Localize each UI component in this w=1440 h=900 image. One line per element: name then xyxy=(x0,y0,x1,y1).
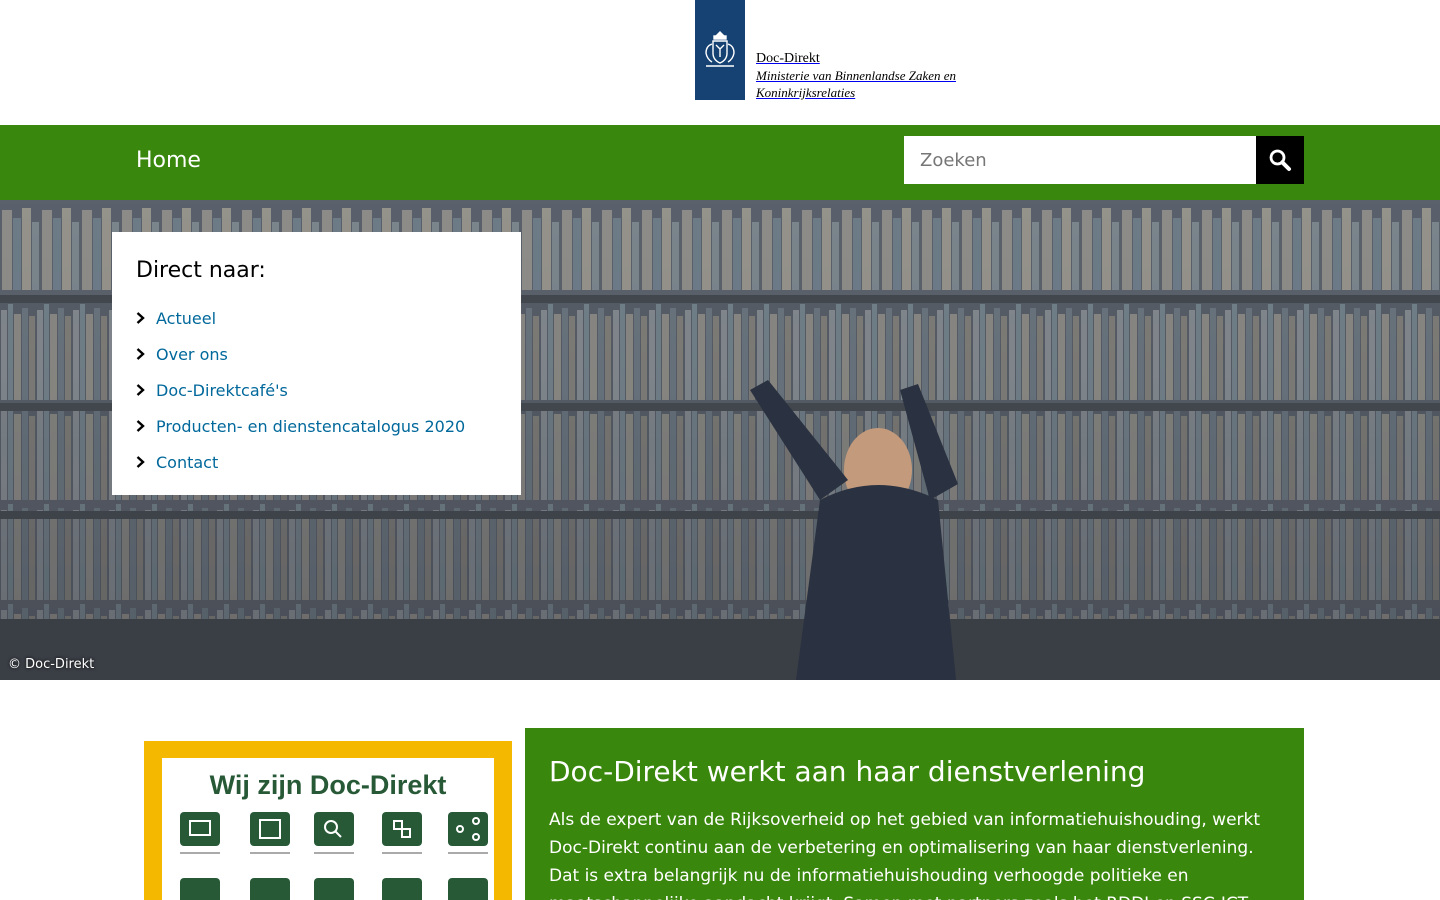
search-input[interactable] xyxy=(904,136,1256,184)
main-navigation: Home xyxy=(0,125,1440,200)
site-header: Doc-Direkt Ministerie van Binnenlandse Z… xyxy=(0,0,1440,125)
link-contact[interactable]: Contact xyxy=(156,453,218,472)
chevron-right-icon xyxy=(136,312,156,324)
logo-ministry-line1: Ministerie van Binnenlandse Zaken en xyxy=(756,68,957,83)
promo-image-title: Wij zijn Doc-Direkt xyxy=(210,770,447,800)
link-doc-direktcafes[interactable]: Doc-Direktcafé's xyxy=(156,381,288,400)
promo-image-link[interactable]: Wij zijn Doc-Direkt xyxy=(136,728,525,900)
photo-credit: © Doc-Direkt xyxy=(8,657,95,672)
magnifier-icon xyxy=(1269,149,1291,171)
direct-naar-list: Actueel Over ons Doc-Direktcafé's Produc… xyxy=(136,300,497,480)
direct-naar-panel: Direct naar: Actueel Over ons Doc-Direkt… xyxy=(112,232,521,495)
rijksoverheid-emblem-icon xyxy=(695,0,745,100)
chevron-right-icon xyxy=(136,456,156,468)
link-actueel[interactable]: Actueel xyxy=(156,309,216,328)
direct-link-cafes: Doc-Direktcafé's xyxy=(136,372,497,408)
promo-card: Doc-Direkt werkt aan haar dienstverlenin… xyxy=(525,728,1304,900)
logo-text: Doc-Direkt Ministerie van Binnenlandse Z… xyxy=(756,0,956,101)
chevron-right-icon xyxy=(136,420,156,432)
promo-title[interactable]: Doc-Direkt werkt aan haar dienstverlenin… xyxy=(549,752,1280,792)
promo-body: Als de expert van de Rijksoverheid op he… xyxy=(549,810,1261,900)
logo-name: Doc-Direkt xyxy=(756,51,820,66)
direct-link-actueel: Actueel xyxy=(136,300,497,336)
chevron-right-icon xyxy=(136,384,156,396)
site-logo[interactable]: Doc-Direkt Ministerie van Binnenlandse Z… xyxy=(695,0,956,101)
wij-zijn-doc-direkt-image: Wij zijn Doc-Direkt xyxy=(144,741,512,900)
direct-link-over-ons: Over ons xyxy=(136,336,497,372)
hero-banner: Direct naar: Actueel Over ons Doc-Direkt… xyxy=(0,200,1440,680)
nav-home-link[interactable]: Home xyxy=(136,145,201,177)
direct-naar-title: Direct naar: xyxy=(136,258,266,283)
direct-link-contact: Contact xyxy=(136,444,497,480)
link-over-ons[interactable]: Over ons xyxy=(156,345,228,364)
logo-ministry-line2: Koninkrijksrelaties xyxy=(756,85,856,100)
search-button[interactable] xyxy=(1256,136,1304,184)
direct-link-catalogus: Producten- en dienstencatalogus 2020 xyxy=(136,408,497,444)
chevron-right-icon xyxy=(136,348,156,360)
link-producten-catalogus[interactable]: Producten- en dienstencatalogus 2020 xyxy=(156,417,465,436)
